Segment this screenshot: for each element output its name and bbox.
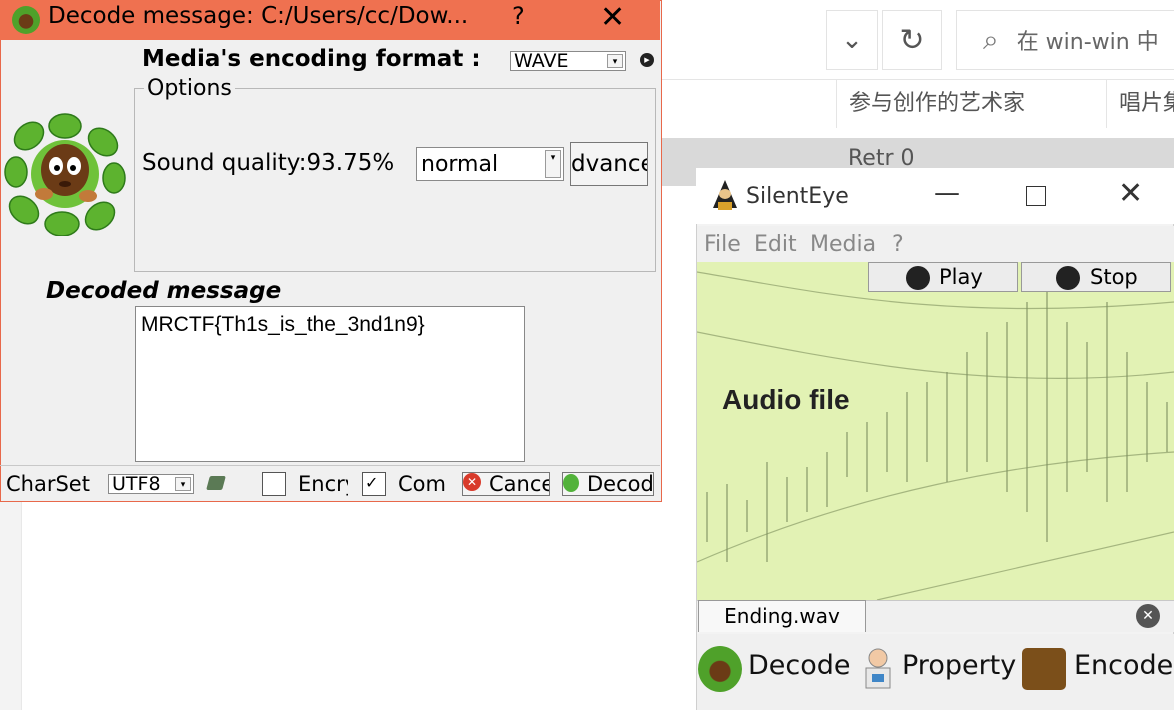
silenteye-mascot-icon: [4, 113, 126, 236]
audio-file-label: Audio file: [722, 384, 850, 415]
chevron-down-icon: ▾: [545, 150, 561, 178]
encrypt-checkbox[interactable]: [262, 472, 286, 496]
property-person-icon: [865, 648, 891, 689]
cancel-icon: ✕: [463, 473, 481, 491]
silenteye-title: SilentEye: [746, 184, 849, 209]
audio-waveform-view: [697, 262, 1174, 600]
chevron-down-icon: ▾: [175, 477, 191, 491]
menu-edit[interactable]: Edit: [754, 232, 797, 257]
toolbar-decode-button[interactable]: Decode: [748, 650, 851, 681]
toolbar-property-button[interactable]: Property: [902, 650, 1016, 681]
explorer-search-input[interactable]: ⌕ 在 win-win 中: [956, 10, 1174, 70]
maximize-button[interactable]: [1026, 186, 1046, 206]
compress-checkbox[interactable]: ✓: [362, 472, 386, 496]
address-dropdown-button[interactable]: ⌄: [826, 10, 878, 70]
advanced-button[interactable]: dvance: [570, 142, 648, 186]
options-group-label: Options: [144, 76, 235, 101]
minimize-button[interactable]: —: [934, 178, 960, 208]
charset-value: UTF8: [112, 474, 161, 494]
explorer-left-pane: [0, 500, 22, 710]
toolbar-encode-button[interactable]: Encode: [1074, 650, 1173, 681]
menu-file[interactable]: File: [704, 232, 741, 257]
close-button[interactable]: ✕: [600, 0, 625, 35]
column-header-artist[interactable]: 参与创作的艺术家: [836, 80, 1076, 128]
column-header-album[interactable]: 唱片集: [1106, 80, 1174, 128]
silenteye-app-icon: [12, 6, 40, 34]
stop-icon: [1056, 266, 1080, 290]
format-play-icon[interactable]: ▶: [640, 53, 654, 67]
search-icon: ⌕: [983, 23, 999, 56]
close-tab-icon[interactable]: ✕: [1136, 604, 1160, 628]
sound-quality-value: 93.75%: [306, 150, 395, 176]
decode-icon: [563, 474, 579, 492]
close-button[interactable]: ✕: [1118, 176, 1143, 211]
encoding-format-label: Media's encoding format :: [142, 46, 481, 72]
charset-select[interactable]: UTF8 ▾: [108, 474, 194, 494]
refresh-icon: ↻: [899, 22, 925, 58]
waveform-graphic: [697, 262, 1174, 600]
decoded-message-label: Decoded message: [46, 278, 282, 304]
checkmark-icon: ✓: [365, 473, 379, 492]
sound-quality-text: Sound quality:: [142, 150, 307, 176]
play-button[interactable]: Play: [868, 262, 1018, 292]
quality-mode-select[interactable]: normal ▾: [416, 147, 564, 181]
play-icon: [906, 266, 930, 290]
stop-button[interactable]: Stop: [1021, 262, 1171, 292]
decode-mascot-icon: [698, 646, 742, 692]
chevron-down-icon: ▾: [607, 54, 623, 68]
refresh-button[interactable]: ↻: [882, 10, 942, 70]
decode-dialog-title: Decode message: C:/Users/cc/Dow...: [48, 3, 469, 29]
menu-media[interactable]: Media: [810, 232, 876, 257]
silenteye-logo-icon: [713, 180, 737, 210]
quality-mode-value: normal: [421, 152, 499, 177]
encoding-format-value: WAVE: [514, 51, 569, 71]
encrypt-label: Encry: [298, 472, 348, 496]
sound-quality-label: Sound quality:93.75%: [142, 150, 394, 176]
chevron-down-icon: ⌄: [841, 25, 863, 55]
help-button[interactable]: ?: [512, 2, 525, 30]
decoded-message-textarea[interactable]: MRCTF{Th1s_is_the_3nd1n9}: [135, 306, 525, 462]
compress-label: Com: [398, 472, 446, 496]
charset-label: CharSet: [6, 472, 90, 496]
file-tab[interactable]: Ending.wav: [698, 600, 866, 632]
encode-briefcase-icon: [1022, 648, 1066, 690]
encoding-format-select[interactable]: WAVE ▾: [510, 51, 626, 71]
menu-help[interactable]: ?: [892, 232, 904, 257]
